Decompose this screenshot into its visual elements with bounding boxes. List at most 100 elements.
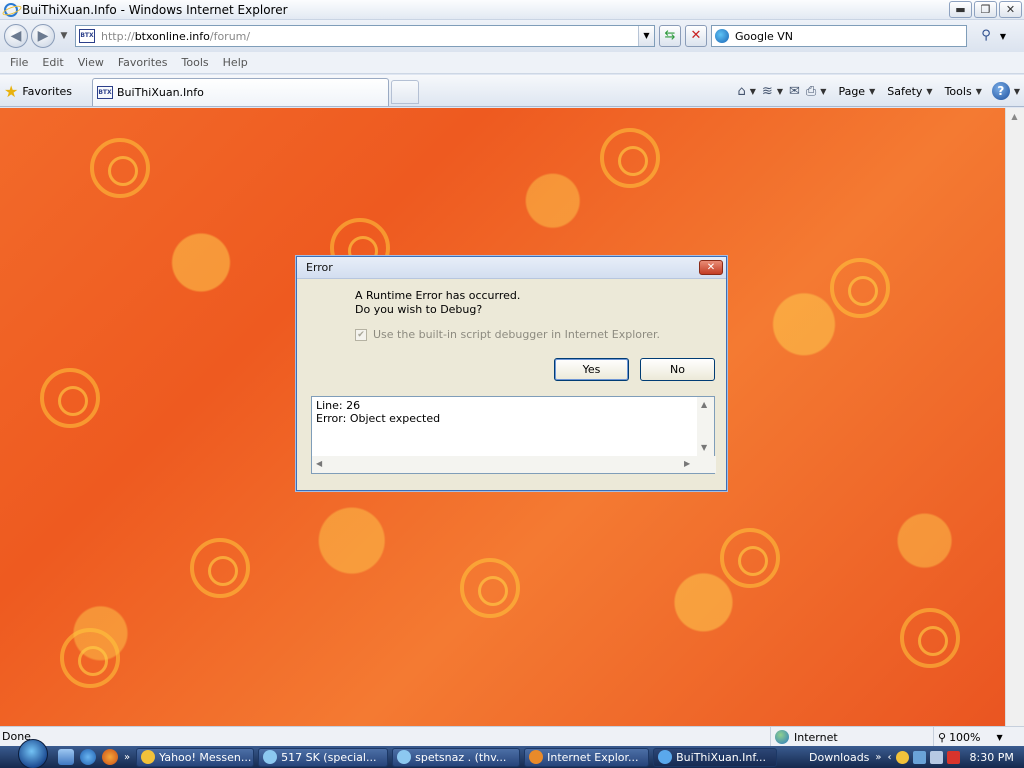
details-horizontal-scrollbar[interactable]: ◀ ▶ <box>312 456 716 473</box>
security-zone[interactable]: Internet <box>770 727 838 747</box>
browser-window-icon <box>397 750 412 764</box>
details-vertical-scrollbar[interactable]: ▲ ▼ <box>697 397 714 457</box>
downloads-toolbar-label[interactable]: Downloads <box>809 751 869 764</box>
taskbar-item-label: Internet Explor... <box>547 750 639 764</box>
error-description: Error: Object expected <box>316 412 441 425</box>
feeds-icon[interactable]: ≋ <box>762 84 773 99</box>
tools-menu[interactable]: Tools <box>945 85 972 98</box>
tools-dropdown[interactable]: ▼ <box>976 87 982 96</box>
yahoo-messenger-icon <box>141 750 156 764</box>
site-favicon-icon: BTX <box>79 29 95 43</box>
print-dropdown[interactable]: ▼ <box>820 87 826 96</box>
taskbar-item-spetsnaz[interactable]: spetsnaz . (thv... <box>392 747 521 767</box>
maximize-button[interactable]: ❐ <box>974 1 997 18</box>
yahoo-tray-icon[interactable] <box>895 750 909 764</box>
home-dropdown[interactable]: ▼ <box>750 87 756 96</box>
flower-pattern <box>190 538 250 598</box>
taskbar-item-yahoo-messenger[interactable]: Yahoo! Messen... <box>136 747 255 767</box>
print-icon[interactable]: ⎙ <box>806 84 816 99</box>
recent-pages-dropdown[interactable]: ▼ <box>57 31 71 41</box>
magnifier-icon: ⚲ <box>981 28 991 43</box>
feeds-dropdown[interactable]: ▼ <box>777 87 783 96</box>
scroll-up-arrow-icon[interactable]: ▲ <box>1006 108 1023 125</box>
url-host: btxonline.info <box>134 29 210 43</box>
flower-pattern <box>830 258 890 318</box>
back-arrow-icon: ◀ <box>10 28 22 44</box>
antivirus-tray-icon[interactable] <box>946 750 960 764</box>
stop-button[interactable]: ✕ <box>685 25 707 47</box>
safety-dropdown[interactable]: ▼ <box>926 87 932 96</box>
taskbar-item-label: spetsnaz . (thv... <box>415 750 507 764</box>
yes-button[interactable]: Yes <box>554 358 629 381</box>
quicklaunch-more-icon[interactable]: » <box>124 752 130 763</box>
tab-buithixuan[interactable]: BTX BuiThiXuan.Info <box>92 78 389 106</box>
start-button[interactable] <box>18 739 48 768</box>
system-clock[interactable]: 8:30 PM <box>970 751 1014 764</box>
firefox-icon <box>529 750 544 764</box>
help-dropdown[interactable]: ▼ <box>1014 87 1020 96</box>
menu-favorites[interactable]: Favorites <box>111 56 175 69</box>
menu-file[interactable]: File <box>3 56 35 69</box>
minimize-button[interactable]: ▬ <box>949 1 972 18</box>
search-box[interactable]: Google VN <box>711 25 967 47</box>
details-scroll-right-icon[interactable]: ▶ <box>684 459 690 468</box>
new-tab-button[interactable] <box>391 80 419 104</box>
details-scroll-up-icon[interactable]: ▲ <box>701 400 707 409</box>
mail-icon[interactable]: ✉ <box>789 84 800 99</box>
search-options-dropdown[interactable]: ▼ <box>997 32 1009 41</box>
page-dropdown[interactable]: ▼ <box>869 87 875 96</box>
page-menu[interactable]: Page <box>838 85 865 98</box>
volume-tray-icon[interactable] <box>929 750 943 764</box>
refresh-button[interactable]: ⇆ <box>659 25 681 47</box>
dialog-title: Error <box>306 261 333 274</box>
taskbar-item-517-sk[interactable]: 517 SK (special... <box>258 747 389 767</box>
menu-edit[interactable]: Edit <box>35 56 70 69</box>
firefox-quicklaunch-icon[interactable] <box>102 749 118 765</box>
zoom-dropdown-icon[interactable]: ▼ <box>997 733 1003 742</box>
network-tray-icon[interactable] <box>912 750 926 764</box>
flower-pattern <box>600 128 660 188</box>
page-vertical-scrollbar[interactable]: ▲ <box>1005 108 1024 726</box>
zoom-level: 100% <box>949 730 981 744</box>
globe-icon <box>775 730 789 744</box>
debugger-checkbox-row: ✔ Use the built-in script debugger in In… <box>355 328 660 341</box>
search-button[interactable]: ⚲ <box>975 25 997 47</box>
tray-expand-icon[interactable]: » <box>875 752 881 763</box>
help-icon[interactable]: ? <box>991 82 1010 100</box>
error-details-box[interactable]: Line: 26 Error: Object expected ▲ ▼ ◀ ▶ <box>311 396 716 474</box>
address-bar[interactable]: BTX http://btxonline.info/forum/ ▼ <box>75 25 655 47</box>
taskbar-item-internet-explorer[interactable]: Internet Explor... <box>524 747 650 767</box>
favorites-tab-bar: ★ Favorites BTX BuiThiXuan.Info ⌂ ▼ ≋ ▼ … <box>0 75 1024 107</box>
home-icon[interactable]: ⌂ <box>737 84 745 99</box>
taskbar-item-buithixuan[interactable]: BuiThiXuan.Inf... <box>653 747 778 767</box>
back-button[interactable]: ◀ <box>4 24 28 48</box>
flower-pattern <box>40 368 100 428</box>
refresh-icon: ⇆ <box>664 28 676 43</box>
menu-help[interactable]: Help <box>216 56 255 69</box>
menu-tools[interactable]: Tools <box>175 56 216 69</box>
menu-view[interactable]: View <box>71 56 111 69</box>
system-tray: Downloads » ‹ 8:30 PM <box>805 746 1014 768</box>
ie-logo-icon <box>4 2 18 17</box>
windows-taskbar: » Yahoo! Messen... 517 SK (special... sp… <box>0 739 1024 768</box>
safety-menu[interactable]: Safety <box>887 85 922 98</box>
debugger-checkbox[interactable]: ✔ <box>355 328 367 341</box>
tray-chevron-icon[interactable]: ‹ <box>888 752 892 763</box>
ie-quicklaunch-icon[interactable] <box>80 749 96 765</box>
zoom-control[interactable]: ⚲ 100% ▼ <box>933 727 1003 747</box>
zone-label: Internet <box>794 730 838 744</box>
no-button[interactable]: No <box>640 358 715 381</box>
taskbar-item-label: 517 SK (special... <box>281 750 377 764</box>
close-window-button[interactable]: ✕ <box>999 1 1022 18</box>
forward-button[interactable]: ▶ <box>31 24 55 48</box>
favorites-button[interactable]: ★ Favorites <box>4 80 72 102</box>
show-desktop-icon[interactable] <box>58 749 74 765</box>
dialog-titlebar: Error <box>297 257 726 279</box>
details-scroll-left-icon[interactable]: ◀ <box>316 459 322 468</box>
address-dropdown[interactable]: ▼ <box>638 26 654 46</box>
search-provider-label: Google VN <box>735 29 794 43</box>
dialog-close-button[interactable]: ✕ <box>699 260 723 275</box>
flower-pattern <box>90 138 150 198</box>
details-scroll-down-icon[interactable]: ▼ <box>701 443 707 452</box>
url-text[interactable]: http://btxonline.info/forum/ <box>101 30 250 43</box>
